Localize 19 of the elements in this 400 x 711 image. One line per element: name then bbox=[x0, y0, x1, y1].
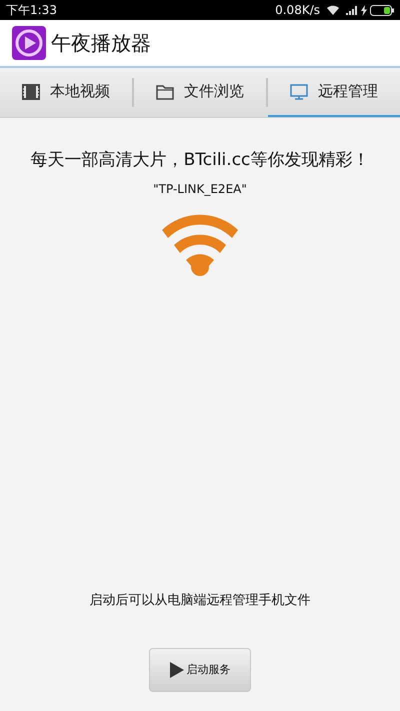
network-name: "TP-LINK_E2EA" bbox=[153, 180, 247, 198]
wifi-icon bbox=[326, 4, 340, 16]
start-service-button[interactable]: 启动服务 bbox=[149, 648, 251, 692]
monitor-icon bbox=[290, 84, 308, 100]
app-title: 午夜播放器 bbox=[51, 30, 151, 57]
battery-icon bbox=[370, 4, 394, 16]
tab[interactable]: 文件浏览 bbox=[134, 68, 266, 117]
charging-icon bbox=[361, 4, 367, 16]
signal-icon bbox=[346, 5, 358, 15]
tab[interactable]: 本地视频 bbox=[0, 68, 132, 117]
play-icon bbox=[170, 662, 184, 678]
network-speed: 0.08K/s bbox=[275, 2, 320, 19]
promo-text: 每天一部高清大片，BTcili.cc等你发现精彩！ bbox=[30, 149, 370, 172]
folder-icon bbox=[156, 84, 174, 100]
app-logo-icon bbox=[12, 26, 46, 60]
status-time: 下午1:33 bbox=[6, 2, 57, 19]
hint-text: 启动后可以从电脑端远程管理手机文件 bbox=[90, 592, 310, 610]
film-icon bbox=[22, 84, 40, 100]
tab[interactable]: 远程管理 bbox=[268, 68, 400, 117]
